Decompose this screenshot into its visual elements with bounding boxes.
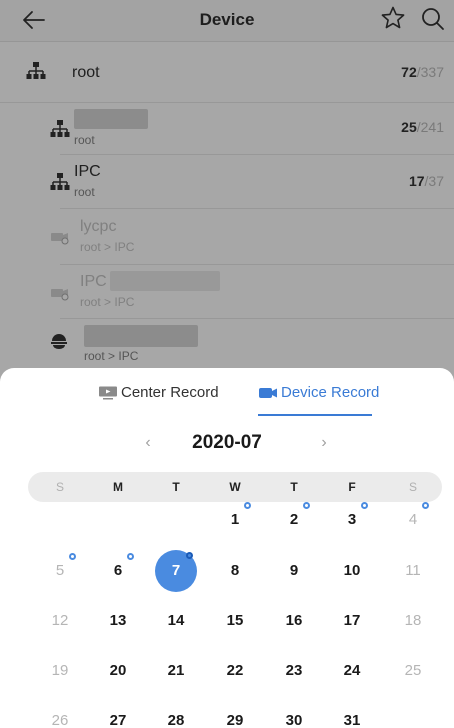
calendar-day[interactable]: 12 [40, 601, 80, 641]
weekday-label: S [408, 480, 417, 494]
device-row-root[interactable]: root 72/337 [0, 43, 454, 103]
org-tree-icon [50, 120, 70, 137]
device-name: IPC [74, 163, 101, 180]
active-tab-indicator [258, 414, 372, 416]
calendar-day[interactable]: 14 [156, 601, 196, 641]
camera-offline-icon [51, 233, 69, 245]
record-indicator-icon [127, 553, 134, 560]
device-row-ipc[interactable]: IPC root 17/37 [50, 155, 454, 209]
online-count: 17 [408, 173, 425, 189]
total-count: /37 [424, 173, 444, 189]
calendar-day[interactable]: 5 [40, 551, 80, 591]
redacted-name [110, 271, 220, 291]
calendar-day[interactable]: 7 [155, 550, 197, 592]
calendar-day[interactable]: 25 [393, 651, 433, 691]
calendar-day[interactable]: 27 [98, 701, 138, 728]
month-label: 2020-07 [192, 432, 262, 453]
calendar-day[interactable]: 26 [40, 701, 80, 728]
total-count: /337 [416, 64, 444, 80]
tab-label: Center Record [121, 384, 219, 401]
calendar-day[interactable]: 17 [332, 601, 372, 641]
record-indicator-icon [361, 502, 368, 509]
calendar-day[interactable]: 22 [215, 651, 255, 691]
calendar-day[interactable]: 18 [393, 601, 433, 641]
org-tree-icon [26, 62, 46, 79]
redacted-name [84, 325, 198, 347]
calendar-day[interactable]: 9 [274, 551, 314, 591]
calendar-day[interactable]: 21 [156, 651, 196, 691]
monitor-icon [99, 386, 117, 399]
device-name: lycpc [80, 218, 117, 235]
device-name: IPC [80, 273, 107, 290]
calendar-day[interactable]: 3 [332, 500, 372, 540]
weekday-header: SMTWTFS [28, 472, 442, 502]
total-count: /241 [416, 119, 444, 135]
device-count: 25/241 [401, 119, 444, 135]
camera-offline-icon [51, 289, 69, 301]
record-indicator-icon [422, 502, 429, 509]
calendar-day[interactable]: 13 [98, 601, 138, 641]
tab-label: Device Record [281, 384, 380, 401]
weekday-label: T [290, 480, 298, 494]
month-navigator: ‹ 2020-07 › [0, 430, 454, 460]
record-type-tabs: Center Record Device Record [0, 368, 454, 418]
calendar-day[interactable]: 16 [274, 601, 314, 641]
search-icon[interactable] [420, 6, 446, 32]
record-indicator-icon [69, 553, 76, 560]
device-path: root > IPC [80, 295, 135, 309]
record-indicator-icon [303, 502, 310, 509]
tab-device-record[interactable]: Device Record [258, 384, 379, 401]
device-row-camera[interactable]: IPC root > IPC [51, 265, 454, 319]
device-row-camera[interactable]: lycpc root > IPC [51, 209, 454, 265]
calendar-day[interactable]: 11 [393, 551, 433, 591]
video-camera-icon [259, 387, 277, 398]
calendar-day[interactable]: 4 [393, 500, 433, 540]
record-calendar-sheet: Center Record Device Record ‹ 2020-07 › … [0, 368, 454, 728]
calendar-day[interactable]: 23 [274, 651, 314, 691]
device-path: root [74, 133, 95, 147]
weekday-label: S [55, 480, 64, 494]
device-name: root [72, 64, 100, 81]
calendar-day[interactable]: 31 [332, 701, 372, 728]
device-path: root > IPC [80, 240, 135, 254]
calendar-day[interactable]: 15 [215, 601, 255, 641]
calendar-day[interactable]: 1 [215, 500, 255, 540]
weekday-label: W [229, 480, 241, 494]
record-indicator-icon [244, 502, 251, 509]
top-bar: Device [0, 0, 454, 42]
redacted-name [74, 109, 148, 129]
org-tree-icon [50, 173, 70, 190]
weekday-label: M [113, 480, 123, 494]
calendar-day[interactable]: 24 [332, 651, 372, 691]
calendar-day[interactable]: 29 [215, 701, 255, 728]
device-list: root 72/337 root 25/241 IPC root 17/37 l… [0, 43, 454, 363]
weekday-label: T [172, 480, 180, 494]
device-count: 72/337 [401, 64, 444, 80]
device-count: 17/37 [409, 173, 444, 189]
record-indicator-icon [186, 552, 193, 559]
calendar-day[interactable]: 28 [156, 701, 196, 728]
device-path: root [74, 185, 95, 199]
calendar-day[interactable]: 30 [274, 701, 314, 728]
calendar-day[interactable]: 8 [215, 551, 255, 591]
calendar-day[interactable]: 6 [98, 551, 138, 591]
device-path: root > IPC [84, 349, 139, 363]
device-row-dome-camera[interactable]: root > IPC [51, 319, 454, 363]
calendar-day[interactable]: 20 [98, 651, 138, 691]
calendar-day[interactable]: 10 [332, 551, 372, 591]
weekday-label: F [348, 480, 356, 494]
device-row-group[interactable]: root 25/241 [50, 103, 454, 155]
dome-camera-icon [51, 334, 67, 349]
online-count: 72 [401, 64, 417, 80]
tab-center-record[interactable]: Center Record [98, 384, 219, 401]
online-count: 25 [401, 119, 417, 135]
star-icon[interactable] [380, 5, 406, 31]
calendar-day[interactable]: 19 [40, 651, 80, 691]
calendar-day[interactable]: 2 [274, 500, 314, 540]
next-month-button[interactable]: › [314, 434, 334, 452]
